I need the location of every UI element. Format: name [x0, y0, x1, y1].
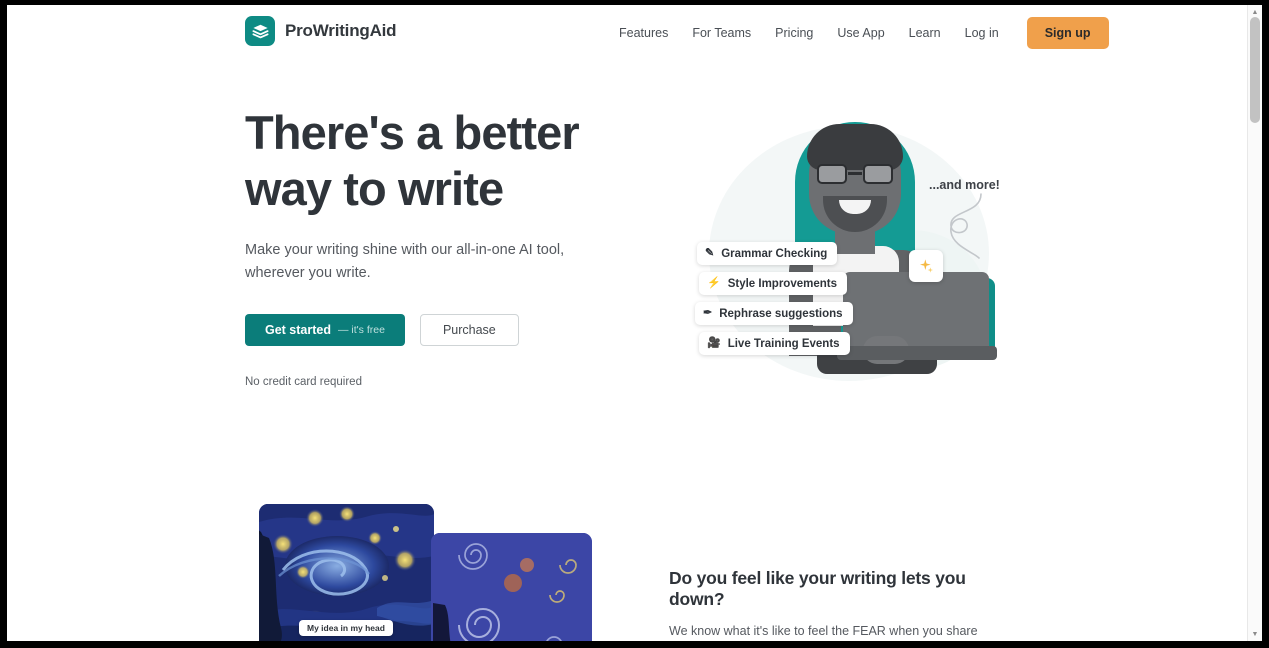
feature-chip-label: Live Training Events [727, 337, 840, 350]
and-more-annotation: ...and more! [929, 178, 1000, 192]
hero-subtitle: Make your writing shine with our all-in-… [245, 241, 565, 282]
quill-pen-icon: ✎ [705, 247, 715, 259]
nav-item-learn[interactable]: Learn [897, 20, 953, 46]
image-caption-my-idea: My idea in my head [299, 620, 393, 636]
feature-chip-label: Style Improvements [727, 277, 837, 290]
lightning-bolt-icon: ⚡ [707, 277, 721, 289]
video-camera-icon: 🎥 [707, 337, 721, 349]
lens-right [863, 164, 893, 184]
get-started-note: — it's free [338, 323, 385, 336]
hero-title-line-2: way to write [245, 161, 504, 215]
section-title: Do you feel like your writing lets you d… [669, 568, 966, 609]
nav-item-for-teams[interactable]: For Teams [680, 20, 763, 46]
web-page: ProWritingAid Features For Teams Pricing… [7, 5, 1247, 641]
feature-chip-rephrase-suggestions: ✒ Rephrase suggestions [695, 302, 853, 325]
magic-wand-icon: ✒ [703, 307, 713, 319]
lens-left [817, 164, 847, 184]
scroll-down-arrow-icon[interactable]: ▼ [1248, 627, 1262, 641]
curly-arrow-icon [950, 193, 982, 259]
site-header: ProWritingAid Features For Teams Pricing… [7, 5, 1247, 61]
feature-chip-grammar-checking: ✎ Grammar Checking [697, 242, 838, 265]
page-title: There's a better way to write [245, 105, 605, 217]
hero-illustration: ...and more! ✎ Grammar Checking ⚡ Style … [667, 100, 1027, 400]
feature-chip-style-improvements: ⚡ Style Improvements [699, 272, 847, 295]
prowritingaid-logo-icon [245, 16, 275, 46]
vertical-scrollbar[interactable]: ▲ ▼ [1247, 5, 1262, 641]
feature-chip-live-training-events: 🎥 Live Training Events [699, 332, 850, 355]
section-body-text: We know what it's like to feel the FEAR … [669, 624, 978, 638]
childs-drawing-image [431, 533, 592, 641]
nav-item-pricing[interactable]: Pricing [763, 20, 825, 46]
no-credit-card-note: No credit card required [245, 375, 362, 388]
hero-cta-group: Get started — it's free Purchase [245, 313, 605, 346]
browser-window-frame: ProWritingAid Features For Teams Pricing… [0, 0, 1269, 648]
hero-copy: There's a better way to write Make your … [245, 105, 605, 388]
scrollbar-thumb[interactable] [1250, 17, 1260, 123]
nav-item-log-in[interactable]: Log in [953, 20, 1011, 46]
brand-logo[interactable]: ProWritingAid [245, 16, 397, 46]
page-viewport: ProWritingAid Features For Teams Pricing… [7, 5, 1262, 641]
laptop-base [837, 346, 997, 360]
get-started-label: Get started [265, 322, 331, 337]
sign-up-button[interactable]: Sign up [1026, 17, 1109, 49]
main-navigation: Features For Teams Pricing Use App Learn… [607, 5, 1109, 61]
brand-name: ProWritingAid [285, 21, 397, 40]
nav-item-features[interactable]: Features [607, 20, 680, 46]
feature-chip-label: Rephrase suggestions [719, 307, 843, 320]
feature-chip-label: Grammar Checking [721, 247, 828, 260]
nav-item-use-app[interactable]: Use App [825, 20, 896, 46]
section-writing-lets-you-down: Do you feel like your writing lets you d… [669, 568, 1021, 641]
get-started-button[interactable]: Get started — it's free [245, 313, 405, 346]
purchase-button[interactable]: Purchase [419, 313, 519, 346]
glasses-bridge [848, 172, 862, 175]
hero-title-line-1: There's a better [245, 106, 580, 159]
eyeglasses-icon [817, 164, 893, 184]
